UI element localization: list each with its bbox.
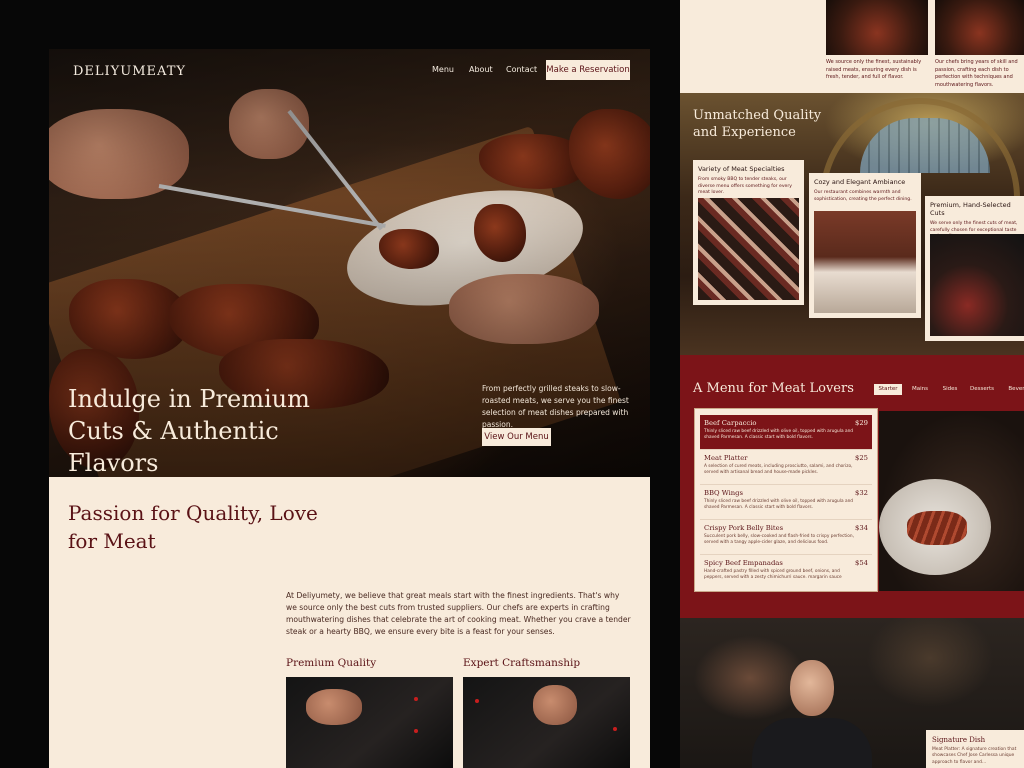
menu-item-price: $34 — [855, 524, 868, 532]
card-title: Variety of Meat Specialties — [698, 165, 785, 173]
menu-item-desc: Thinly sliced raw beef drizzled with oli… — [704, 499, 854, 511]
card-text: From smoky BBQ to tender steaks, our div… — [698, 177, 792, 195]
raw-steak-image — [935, 0, 1024, 55]
signature-dish-card[interactable]: Signature Dish Meat Platter: A signature… — [926, 730, 1024, 768]
menu-item-desc: Hand-crafted pastry filled with spiced g… — [704, 569, 842, 581]
quality-title: Unmatched Quality and Experience — [693, 108, 822, 140]
menu-item[interactable]: Crispy Pork Belly Bites $34 Succulent po… — [700, 520, 872, 555]
brand-logo[interactable]: DELIYUMEATY — [73, 64, 186, 79]
chef-hands-image — [463, 677, 630, 768]
chef-cutting-image — [930, 234, 1024, 336]
menu-item-price: $29 — [855, 419, 868, 427]
menu-item[interactable]: Beef Carpaccio $29 Thinly sliced raw bee… — [700, 415, 872, 450]
menu-item-price: $54 — [855, 559, 868, 567]
hero-title: Indulge in Premium Cuts & Authentic Flav… — [68, 385, 310, 477]
quality-card[interactable]: Premium, Hand-Selected Cuts We serve onl… — [925, 196, 1024, 341]
menu-item-name: Beef Carpaccio — [704, 419, 757, 427]
signature-title: Signature Dish — [932, 736, 986, 744]
menu-item-desc: Thinly sliced raw beef drizzled with oli… — [704, 429, 854, 441]
menu-item[interactable]: BBQ Wings $32 Thinly sliced raw beef dri… — [700, 485, 872, 520]
values-strip: We source only the finest, sustainably r… — [680, 0, 1024, 93]
tab-beverages[interactable]: Beverages — [1008, 384, 1024, 395]
feature-expert-craftsmanship-title: Expert Craftsmanship — [463, 657, 581, 669]
menu-item-desc: Succulent pork belly, slow-cooked and fl… — [704, 534, 854, 546]
menu-list: Beef Carpaccio $29 Thinly sliced raw bee… — [694, 408, 878, 592]
passion-body: At Deliyumety, we believe that great mea… — [286, 591, 631, 636]
tab-desserts[interactable]: Desserts — [970, 384, 994, 395]
card-text: Our restaurant combines warmth and sophi… — [814, 190, 912, 202]
steak-dish-image — [879, 411, 1024, 591]
quality-section: Unmatched Quality and Experience Variety… — [680, 93, 1024, 355]
passion-title: Passion for Quality, Love for Meat — [68, 501, 318, 553]
chef-seasoning-image — [286, 677, 453, 768]
feature-premium-quality-title: Premium Quality — [286, 657, 377, 669]
view-menu-button[interactable]: View Our Menu — [482, 428, 551, 446]
menu-item[interactable]: Spicy Beef Empanadas $54 Hand-crafted pa… — [700, 555, 872, 590]
menu-item-price: $32 — [855, 489, 868, 497]
make-reservation-button[interactable]: Make a Reservation — [546, 60, 630, 80]
menu-item-name: Spicy Beef Empanadas — [704, 559, 783, 567]
restaurant-interior-image — [814, 211, 916, 313]
menu-item-name: Meat Platter — [704, 454, 748, 462]
menu-item-price: $25 — [855, 454, 868, 462]
chef-section: Signature Dish Meat Platter: A signature… — [680, 618, 1024, 768]
menu-item-name: BBQ Wings — [704, 489, 743, 497]
tab-mains[interactable]: Mains — [910, 384, 930, 395]
chefs-text: Our chefs bring years of skill and passi… — [935, 59, 1018, 88]
chef-portrait — [790, 660, 834, 716]
tab-sides[interactable]: Sides — [942, 384, 958, 395]
meat-display-image — [698, 198, 799, 300]
tab-starter[interactable]: Starter — [874, 384, 902, 395]
quality-card[interactable]: Variety of Meat Specialties From smoky B… — [693, 160, 804, 305]
signature-text: Meat Platter: A signature creation that … — [932, 747, 1017, 765]
sourcing-text: We source only the finest, sustainably r… — [826, 59, 922, 80]
quality-card[interactable]: Cozy and Elegant Ambiance Our restaurant… — [809, 173, 921, 318]
menu-item[interactable]: Meat Platter $25 A selection of cured me… — [700, 450, 872, 485]
card-title: Cozy and Elegant Ambiance — [814, 178, 906, 186]
menu-title: A Menu for Meat Lovers — [693, 381, 854, 396]
steak-board-image — [826, 0, 928, 55]
landing-page: DELIYUMEATY Menu About Contact Make a Re… — [49, 49, 650, 768]
hero-section: DELIYUMEATY Menu About Contact Make a Re… — [49, 49, 650, 477]
menu-item-desc: A selection of cured meats, including pr… — [704, 464, 853, 476]
nav-contact-link[interactable]: Contact — [506, 65, 537, 74]
menu-section: A Menu for Meat Lovers Starter Mains Sid… — [680, 355, 1024, 618]
card-title: Premium, Hand-Selected Cuts — [930, 201, 1011, 217]
nav-menu-link[interactable]: Menu — [432, 65, 454, 74]
nav-about-link[interactable]: About — [469, 65, 493, 74]
menu-item-name: Crispy Pork Belly Bites — [704, 524, 784, 532]
chef-image — [752, 718, 872, 768]
hero-description: From perfectly grilled steaks to slow-ro… — [482, 384, 629, 429]
